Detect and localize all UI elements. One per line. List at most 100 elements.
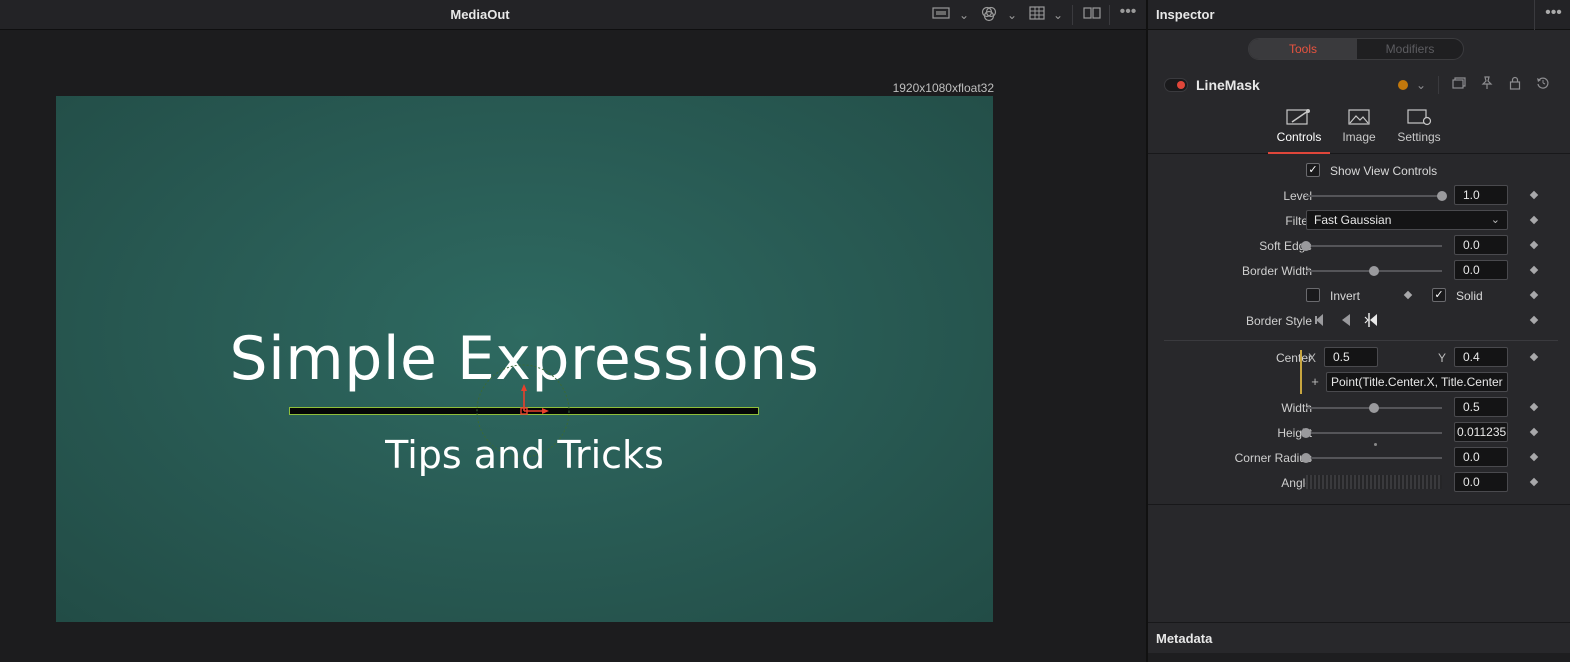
keyframe-icon[interactable] <box>1529 402 1539 412</box>
keyframe-icon[interactable] <box>1529 477 1539 487</box>
reset-icon[interactable] <box>1534 76 1552 94</box>
inspector-panel: Inspector ••• Tools Modifiers LineMask ⌄… <box>1146 0 1570 662</box>
border-width-input[interactable]: 0.0 <box>1454 260 1508 280</box>
solid-checkbox[interactable]: ✓ <box>1432 288 1446 302</box>
invert-checkbox[interactable] <box>1306 288 1320 302</box>
keyframe-icon[interactable] <box>1403 290 1413 300</box>
expression-indicator <box>1300 350 1302 394</box>
center-y-label: Y <box>1438 351 1447 365</box>
level-row: Level 1.0 <box>1148 184 1570 208</box>
split-view-icon[interactable] <box>1081 6 1103 24</box>
pin-icon[interactable] <box>1478 76 1496 94</box>
soft-edge-row: Soft Edge 0.0 <box>1148 234 1570 258</box>
keyframe-icon[interactable] <box>1529 215 1539 225</box>
slider-knob[interactable] <box>1301 241 1311 251</box>
tool-name: LineMask <box>1196 77 1260 93</box>
corner-radius-input[interactable]: 0.0 <box>1454 447 1508 467</box>
keyframe-icon[interactable] <box>1529 427 1539 437</box>
chevron-down-icon[interactable]: ⌄ <box>1050 6 1066 24</box>
center-x-label: X <box>1308 351 1317 365</box>
center-label: Center <box>1275 351 1312 365</box>
border-width-slider[interactable] <box>1306 266 1442 276</box>
keyframe-icon[interactable] <box>1529 315 1539 325</box>
tab-image-label: Image <box>1342 130 1376 144</box>
tool-color-swatch[interactable] <box>1398 80 1408 90</box>
color-icon[interactable] <box>978 6 1000 24</box>
image-icon <box>1328 108 1390 130</box>
show-view-controls-label: Show View Controls <box>1330 164 1438 178</box>
tab-modifiers[interactable]: Modifiers <box>1357 39 1463 59</box>
center-x-input[interactable]: 0.5 <box>1324 347 1378 367</box>
angle-input[interactable]: 0.0 <box>1454 472 1508 492</box>
slider-knob[interactable] <box>1301 428 1311 438</box>
center-y-input[interactable]: 0.4 <box>1454 347 1508 367</box>
level-slider[interactable] <box>1306 191 1447 201</box>
height-row: Height 0.011235 <box>1148 421 1570 445</box>
tab-image[interactable]: Image <box>1328 108 1390 154</box>
filter-value: Fast Gaussian <box>1314 213 1392 227</box>
tab-tools[interactable]: Tools <box>1249 39 1357 59</box>
chevron-down-icon[interactable]: ⌄ <box>956 6 972 24</box>
corner-radius-slider[interactable] <box>1301 453 1442 463</box>
slider-knob[interactable] <box>1301 453 1311 463</box>
width-slider[interactable] <box>1306 403 1442 413</box>
display-icon[interactable] <box>930 6 952 24</box>
versions-icon[interactable] <box>1450 76 1468 94</box>
soft-edge-input[interactable]: 0.0 <box>1454 235 1508 255</box>
viewer-header: MediaOut ⌄ ⌄ ⌄ ••• <box>0 0 1146 30</box>
chevron-down-icon[interactable]: ⌄ <box>1412 76 1430 94</box>
tab-controls-label: Controls <box>1276 130 1322 144</box>
invert-label: Invert <box>1330 289 1361 303</box>
border-width-label: Border Width <box>1241 264 1312 278</box>
tab-settings-label: Settings <box>1397 130 1441 144</box>
keyframe-icon[interactable] <box>1529 240 1539 250</box>
angle-thumbwheel[interactable] <box>1306 475 1442 489</box>
tab-controls[interactable]: Controls <box>1268 108 1330 154</box>
corner-radius-row: Corner Radius 0.0 <box>1148 446 1570 470</box>
controls-section: ✓ Show View Controls Level 1.0 Filter Fa… <box>1148 155 1570 505</box>
width-row: Width 0.5 <box>1148 396 1570 420</box>
keyframe-icon[interactable] <box>1529 190 1539 200</box>
section-divider <box>1164 340 1558 341</box>
keyframe-icon[interactable] <box>1529 265 1539 275</box>
slider-knob[interactable] <box>1369 403 1379 413</box>
more-icon[interactable]: ••• <box>1116 4 1140 24</box>
canvas-subtitle-text: Tips and Tricks <box>385 433 664 477</box>
filter-dropdown[interactable]: Fast Gaussian ⌄ <box>1306 210 1508 230</box>
show-view-controls-checkbox[interactable]: ✓ <box>1306 163 1320 177</box>
chevron-down-icon[interactable]: ⌄ <box>1004 6 1020 24</box>
resolution-label: 1920x1080xfloat32 <box>892 81 994 95</box>
viewer-canvas[interactable]: Simple Expressions Tips and Tricks <box>56 96 993 622</box>
viewer-title: MediaOut <box>450 7 510 22</box>
chevron-down-icon: ⌄ <box>1490 214 1500 226</box>
border-style-miter-icon[interactable] <box>1364 312 1380 328</box>
viewer-panel: MediaOut ⌄ ⌄ ⌄ ••• 1920x1080xfloat32 Sim… <box>0 0 1146 662</box>
more-icon[interactable]: ••• <box>1534 0 1570 30</box>
center-expression-input[interactable]: Point(Title.Center.X, Title.Center <box>1326 372 1508 392</box>
plus-icon[interactable]: + <box>1307 373 1323 391</box>
level-input[interactable]: 1.0 <box>1454 185 1508 205</box>
settings-icon <box>1388 108 1450 130</box>
border-style-bevel-icon[interactable] <box>1338 312 1354 328</box>
height-input[interactable]: 0.011235 <box>1454 422 1508 442</box>
metadata-section[interactable]: Metadata <box>1148 622 1570 662</box>
keyframe-icon[interactable] <box>1529 452 1539 462</box>
keyframe-icon[interactable] <box>1529 352 1539 362</box>
slider-knob[interactable] <box>1437 191 1447 201</box>
controls-icon <box>1268 108 1330 130</box>
border-style-rounded-icon[interactable] <box>1312 312 1328 328</box>
grid-icon[interactable] <box>1026 6 1048 24</box>
slider-knob[interactable] <box>1369 266 1379 276</box>
height-slider[interactable] <box>1301 428 1442 438</box>
show-view-controls-row: ✓ Show View Controls <box>1148 159 1570 183</box>
width-input[interactable]: 0.5 <box>1454 397 1508 417</box>
tool-header: LineMask ⌄ <box>1148 70 1570 100</box>
soft-edge-slider[interactable] <box>1301 241 1442 251</box>
tool-enable-toggle[interactable] <box>1164 78 1188 92</box>
border-style-row: Border Style <box>1148 309 1570 333</box>
filter-row: Filter Fast Gaussian ⌄ <box>1148 209 1570 233</box>
tab-settings[interactable]: Settings <box>1388 108 1450 154</box>
toolbar-divider <box>1072 5 1073 25</box>
keyframe-icon[interactable] <box>1529 290 1539 300</box>
lock-icon[interactable] <box>1506 76 1524 94</box>
